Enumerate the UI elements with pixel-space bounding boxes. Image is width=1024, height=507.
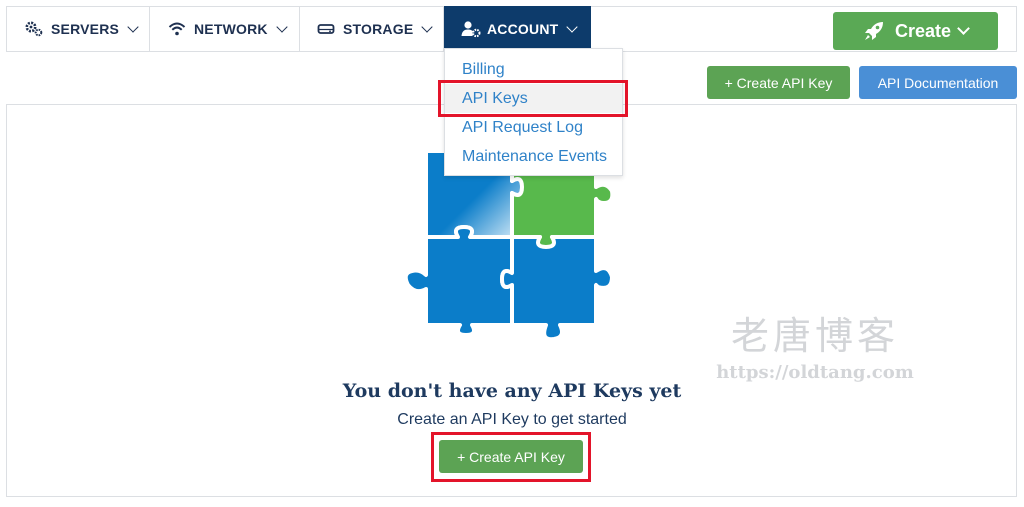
nav-account[interactable]: ACCOUNT (444, 6, 591, 52)
chevron-down-icon (127, 20, 139, 33)
nav-network-label: NETWORK (194, 21, 268, 37)
chevron-down-icon (566, 20, 579, 33)
create-button-label: Create (894, 20, 952, 41)
nav-servers[interactable]: SERVERS (7, 7, 150, 51)
gears-icon (25, 20, 43, 38)
watermark-url: https://oldtang.com (716, 362, 914, 383)
chevron-down-icon (957, 21, 970, 35)
create-api-key-button[interactable]: + Create API Key (707, 66, 850, 99)
empty-state-title: You don't have any API Keys yet (342, 380, 682, 402)
create-button[interactable]: Create (833, 12, 998, 50)
watermark: 老唐博客 https://oldtang.com (710, 305, 920, 383)
chevron-down-icon (276, 20, 288, 33)
drive-icon (317, 20, 335, 38)
user-gear-icon (461, 20, 481, 38)
chevron-down-icon (421, 20, 434, 33)
nav-servers-label: SERVERS (51, 21, 120, 37)
rocket-icon (863, 20, 885, 42)
nav-storage[interactable]: STORAGE (300, 7, 444, 51)
menu-item-maintenance-events[interactable]: Maintenance Events (445, 142, 622, 171)
nav-network[interactable]: NETWORK (150, 7, 300, 51)
menu-item-api-request-log[interactable]: API Request Log (445, 113, 622, 142)
wifi-icon (168, 20, 186, 38)
watermark-cn: 老唐博客 (730, 314, 899, 358)
empty-state-subtitle: Create an API Key to get started (397, 411, 627, 428)
highlight-box-api-keys (438, 80, 628, 117)
nav-account-label: ACCOUNT (487, 21, 559, 37)
highlight-box-create-button (431, 432, 591, 482)
nav-storage-label: STORAGE (343, 21, 414, 37)
api-documentation-button[interactable]: API Documentation (859, 66, 1017, 99)
